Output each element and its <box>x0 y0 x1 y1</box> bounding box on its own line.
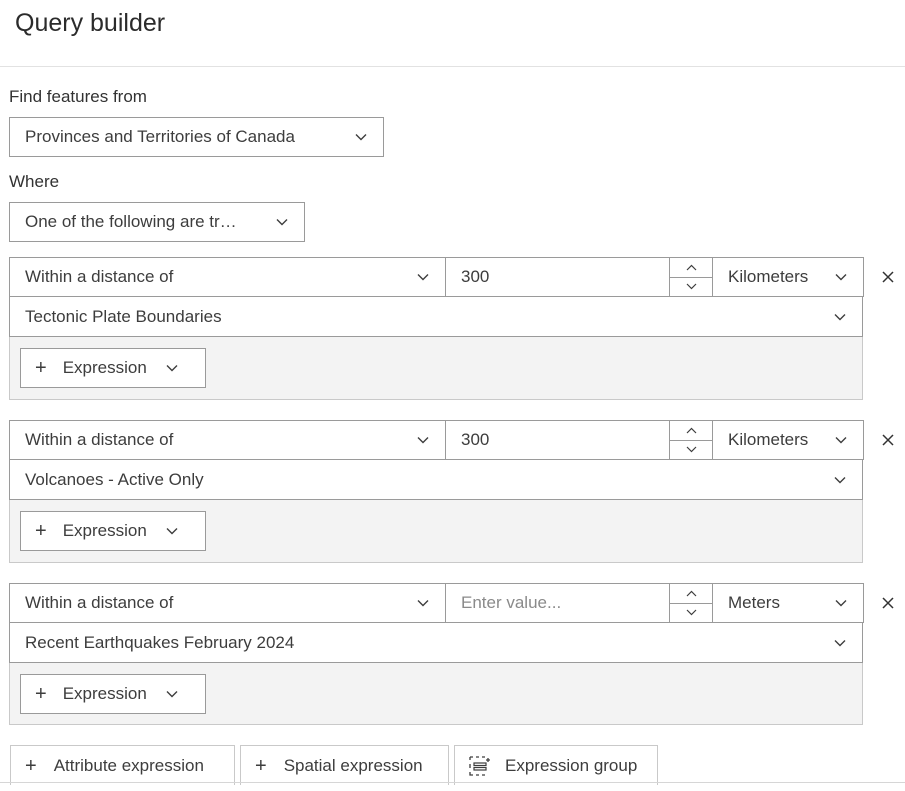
close-icon <box>882 434 894 446</box>
chevron-down-icon <box>165 524 179 538</box>
distance-input[interactable]: 300 <box>445 420 713 460</box>
add-expression-label: Expression <box>62 358 147 377</box>
panel-header: Query builder <box>0 0 905 67</box>
expression-group-label: Expression group <box>505 755 638 775</box>
increment-button[interactable] <box>670 421 712 440</box>
footer-divider <box>0 782 905 783</box>
chevron-down-icon <box>416 270 430 284</box>
operator-value: Within a distance of <box>25 267 174 286</box>
distance-stepper <box>669 584 712 622</box>
unit-select[interactable]: Kilometers <box>712 420 864 460</box>
chevron-down-icon <box>833 310 847 324</box>
layer-select[interactable]: Provinces and Territories of Canada <box>9 117 384 157</box>
distance-value: 300 <box>461 430 490 449</box>
expression-row: Within a distance of 300 Kilometers <box>9 420 864 460</box>
decrement-button[interactable] <box>670 602 712 623</box>
close-icon <box>882 597 894 609</box>
chevron-down-icon <box>834 596 848 610</box>
chevron-down-icon <box>165 687 179 701</box>
distance-input[interactable]: 300 <box>445 257 713 297</box>
chevron-down-icon <box>833 636 847 650</box>
logic-select[interactable]: One of the following are tr… <box>9 202 305 242</box>
plus-icon: + <box>35 357 47 379</box>
spatial-expression-card: Within a distance of 300 Kilometers Volc… <box>9 420 864 563</box>
chevron-down-icon <box>834 270 848 284</box>
unit-select[interactable]: Meters <box>712 583 864 623</box>
chevron-down-icon <box>686 446 696 453</box>
distance-stepper <box>669 258 712 296</box>
target-layer-select[interactable]: Volcanoes - Active Only <box>9 459 863 500</box>
chevron-down-icon <box>165 361 179 375</box>
chevron-down-icon <box>275 215 289 229</box>
expression-group-icon <box>469 755 491 776</box>
add-expression-label: Expression <box>62 521 147 540</box>
page-title: Query builder <box>15 9 166 37</box>
add-expression-group-button[interactable]: Expression group <box>454 745 658 785</box>
target-layer-select[interactable]: Tectonic Plate Boundaries <box>9 296 863 337</box>
add-attribute-expression-button[interactable]: + Attribute expression <box>10 745 235 785</box>
plus-icon: + <box>35 683 47 705</box>
add-expression-button[interactable]: + Expression <box>20 348 206 388</box>
add-spatial-expression-button[interactable]: + Spatial expression <box>240 745 449 785</box>
operator-select[interactable]: Within a distance of <box>9 420 446 460</box>
unit-value: Meters <box>728 593 780 612</box>
unit-value: Kilometers <box>728 430 809 449</box>
add-expression-label: Expression <box>62 684 147 703</box>
distance-input[interactable]: Enter value... <box>445 583 713 623</box>
distance-stepper <box>669 421 712 459</box>
layer-select-value: Provinces and Territories of Canada <box>25 127 295 146</box>
target-layer-value: Tectonic Plate Boundaries <box>25 306 222 326</box>
operator-value: Within a distance of <box>25 430 174 449</box>
chevron-down-icon <box>686 609 696 616</box>
operator-select[interactable]: Within a distance of <box>9 257 446 297</box>
chevron-down-icon <box>354 130 368 144</box>
target-layer-value: Volcanoes - Active Only <box>25 469 204 489</box>
add-expression-button[interactable]: + Expression <box>20 511 206 551</box>
expression-row: Within a distance of 300 Kilometers <box>9 257 864 297</box>
chevron-up-icon <box>686 590 696 597</box>
remove-expression-button[interactable] <box>879 594 897 612</box>
distance-value: 300 <box>461 267 490 286</box>
spatial-expression-label: Spatial expression <box>283 755 423 775</box>
chevron-down-icon <box>416 596 430 610</box>
operator-value: Within a distance of <box>25 593 174 612</box>
expression-row: Within a distance of Enter value... Mete… <box>9 583 864 623</box>
increment-button[interactable] <box>670 258 712 277</box>
plus-icon: + <box>35 520 47 542</box>
target-layer-value: Recent Earthquakes February 2024 <box>25 632 295 652</box>
close-icon <box>882 271 894 283</box>
unit-value: Kilometers <box>728 267 809 286</box>
chevron-up-icon <box>686 264 696 271</box>
chevron-down-icon <box>686 283 696 290</box>
where-label: Where <box>9 172 60 191</box>
increment-button[interactable] <box>670 584 712 603</box>
operator-select[interactable]: Within a distance of <box>9 583 446 623</box>
unit-select[interactable]: Kilometers <box>712 257 864 297</box>
distance-placeholder: Enter value... <box>461 593 562 612</box>
spatial-expression-card: Within a distance of Enter value... Mete… <box>9 583 864 725</box>
chevron-down-icon <box>833 473 847 487</box>
plus-icon: + <box>25 754 37 777</box>
decrement-button[interactable] <box>670 439 712 460</box>
remove-expression-button[interactable] <box>879 268 897 286</box>
remove-expression-button[interactable] <box>879 431 897 449</box>
decrement-button[interactable] <box>670 276 712 297</box>
logic-select-value: One of the following are tr… <box>25 212 237 231</box>
chevron-down-icon <box>834 433 848 447</box>
chevron-down-icon <box>416 433 430 447</box>
spatial-expression-card: Within a distance of 300 Kilometers Tect… <box>9 257 864 400</box>
attribute-expression-label: Attribute expression <box>53 755 204 775</box>
chevron-up-icon <box>686 427 696 434</box>
add-expression-button[interactable]: + Expression <box>20 674 206 714</box>
find-features-label: Find features from <box>9 87 147 106</box>
plus-icon: + <box>255 754 267 777</box>
target-layer-select[interactable]: Recent Earthquakes February 2024 <box>9 622 863 663</box>
